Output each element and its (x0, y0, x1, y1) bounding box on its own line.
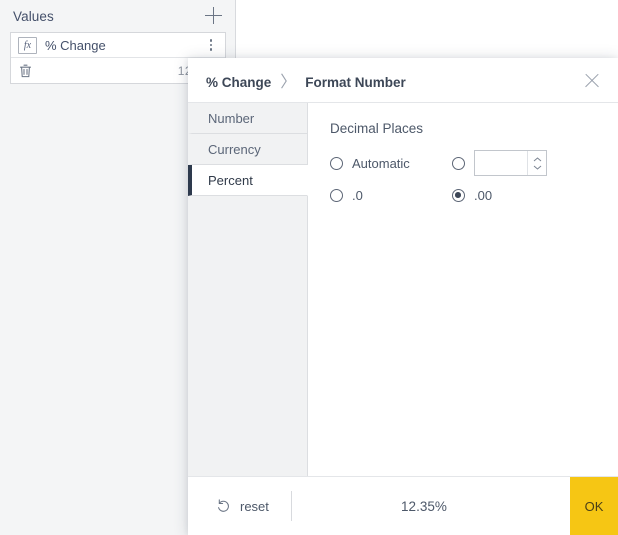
breadcrumb-parent[interactable]: % Change (206, 75, 271, 90)
decimal-places-input[interactable] (475, 151, 527, 175)
quantity-stepper[interactable] (527, 151, 546, 175)
kebab-dot (210, 48, 212, 50)
ok-button[interactable]: OK (570, 477, 618, 535)
chevron-up-icon[interactable] (533, 157, 542, 162)
radio-custom[interactable] (452, 150, 618, 176)
radio-circle-icon (330, 157, 343, 170)
reset-button[interactable]: reset (188, 477, 291, 535)
list-item[interactable]: fx % Change (11, 33, 225, 58)
dialog-footer: reset 12.35% OK (188, 476, 618, 535)
values-panel-header: Values (0, 0, 235, 32)
breadcrumb-current: Format Number (305, 75, 406, 90)
chevron-down-icon[interactable] (533, 165, 542, 170)
close-icon[interactable] (582, 70, 602, 90)
kebab-dot (210, 44, 212, 46)
dialog-body: Number Currency Percent Decimal Places A… (188, 102, 618, 477)
radio-two-decimal-label: .00 (474, 188, 492, 203)
radio-automatic-label: Automatic (352, 156, 410, 171)
value-name-label: % Change (45, 38, 106, 53)
kebab-menu-icon[interactable] (205, 37, 217, 53)
breadcrumb: % Change 〉 Format Number (206, 68, 406, 92)
plus-icon[interactable] (205, 7, 223, 25)
page-title: Values (13, 9, 54, 24)
decimal-places-radio-group: Automatic (330, 150, 618, 203)
sidebar-item-number[interactable]: Number (188, 103, 307, 134)
radio-automatic[interactable]: Automatic (330, 156, 452, 171)
decimal-places-input-wrap[interactable] (474, 150, 547, 176)
fx-icon: fx (18, 37, 37, 54)
radio-circle-icon (330, 189, 343, 202)
undo-arrow-icon (216, 499, 231, 514)
radio-two-decimal[interactable]: .00 (452, 188, 618, 203)
sidebar-item-currency[interactable]: Currency (188, 134, 307, 165)
reset-label: reset (240, 499, 269, 514)
dialog-header: % Change 〉 Format Number (188, 58, 618, 102)
options-pane: Decimal Places Automatic (308, 103, 618, 477)
kebab-dot (210, 39, 212, 41)
radio-circle-icon (452, 189, 465, 202)
chevron-right-icon: 〉 (280, 68, 296, 92)
radio-one-decimal[interactable]: .0 (330, 188, 452, 203)
category-sidebar: Number Currency Percent (188, 103, 308, 477)
format-preview-value: 12.35% (401, 499, 447, 514)
preview-area: 12.35% (292, 477, 570, 535)
radio-circle-icon (452, 157, 465, 170)
sidebar-item-percent[interactable]: Percent (188, 165, 308, 196)
trash-icon[interactable] (18, 63, 33, 79)
decimal-places-label: Decimal Places (330, 121, 618, 136)
radio-one-decimal-label: .0 (352, 188, 363, 203)
format-number-dialog: % Change 〉 Format Number Number Currency… (188, 58, 618, 535)
